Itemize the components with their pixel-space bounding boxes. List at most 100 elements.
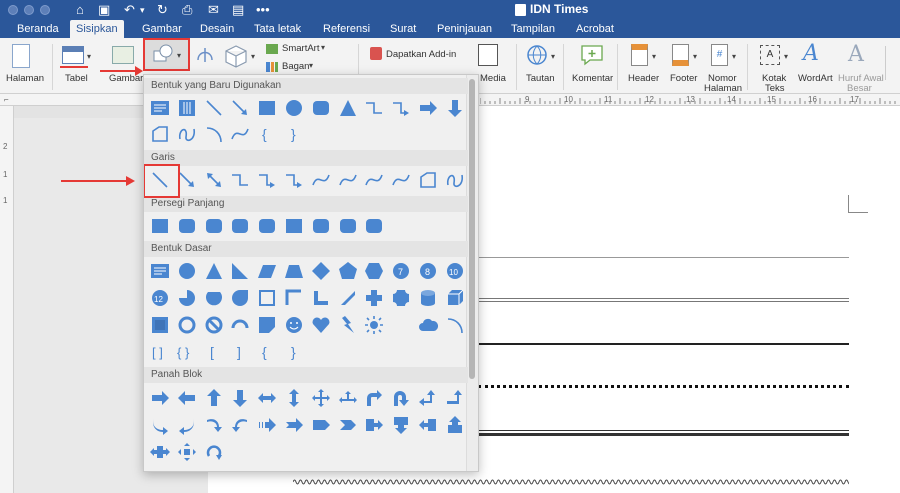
tab-tampilan[interactable]: Tampilan: [505, 20, 561, 38]
double-line[interactable]: [478, 298, 849, 302]
shape-option[interactable]: [149, 123, 171, 145]
chart-icon[interactable]: [266, 62, 278, 72]
shape-option[interactable]: [444, 387, 466, 409]
shape-option[interactable]: [337, 169, 359, 191]
shape-option[interactable]: [390, 287, 412, 309]
dapatkan-addin-button[interactable]: Dapatkan Add-in: [386, 49, 456, 60]
tab-desain[interactable]: Desain: [194, 20, 240, 38]
dropcap-icon[interactable]: A: [848, 42, 864, 67]
picture-icon[interactable]: [112, 46, 134, 64]
shape-option[interactable]: [203, 215, 225, 237]
footer-icon[interactable]: [672, 44, 689, 66]
shape-option[interactable]: [149, 387, 171, 409]
scrollbar-thumb[interactable]: [469, 79, 475, 379]
shape-option[interactable]: [337, 414, 359, 436]
bagan-dropdown-icon[interactable]: ▾: [309, 61, 313, 70]
solid-line[interactable]: [478, 343, 849, 345]
shape-option[interactable]: [417, 314, 439, 336]
shape-option[interactable]: [310, 387, 332, 409]
shape-option[interactable]: [176, 123, 198, 145]
shape-option[interactable]: [444, 287, 466, 309]
home-icon[interactable]: ⌂: [76, 2, 84, 18]
shape-option[interactable]: [229, 169, 251, 191]
shape-option[interactable]: [283, 287, 305, 309]
header-button[interactable]: Header: [628, 73, 659, 84]
wordart-icon[interactable]: A: [803, 41, 819, 66]
shape-option[interactable]: [176, 287, 198, 309]
shape-option[interactable]: [310, 314, 332, 336]
thin-line[interactable]: [478, 257, 849, 258]
tab-surat[interactable]: Surat: [384, 20, 422, 38]
maximize-window-button[interactable]: [40, 5, 50, 15]
tab-stop-icon[interactable]: ⌐: [4, 94, 9, 106]
shapes-button[interactable]: ▾: [143, 38, 190, 71]
shape-option[interactable]: { }: [176, 341, 198, 363]
kotak-dropdown-icon[interactable]: ▾: [784, 52, 788, 61]
shape-option[interactable]: [176, 260, 198, 282]
shape-option[interactable]: }: [283, 341, 305, 363]
page-number-icon[interactable]: #: [711, 44, 728, 66]
halaman-button[interactable]: Halaman: [6, 73, 44, 84]
store-icon[interactable]: [370, 47, 382, 60]
shape-option[interactable]: [256, 260, 278, 282]
shape-option[interactable]: 12: [149, 287, 171, 309]
shape-option[interactable]: [256, 169, 278, 191]
shape-option[interactable]: [337, 260, 359, 282]
shape-option[interactable]: [310, 215, 332, 237]
shape-option[interactable]: [363, 215, 385, 237]
shape-option[interactable]: [444, 97, 466, 119]
wavy-line[interactable]: [293, 478, 849, 486]
email-icon[interactable]: ✉: [208, 2, 219, 18]
shape-option[interactable]: [444, 169, 466, 191]
smartart-button[interactable]: SmartArt: [282, 43, 319, 54]
shape-option[interactable]: [310, 414, 332, 436]
shape-option[interactable]: [176, 414, 198, 436]
comment-icon[interactable]: [580, 44, 604, 66]
media-button[interactable]: Media: [480, 73, 506, 84]
shape-option[interactable]: [149, 441, 171, 463]
shape-option[interactable]: [149, 97, 171, 119]
nomor-label-2[interactable]: Halaman: [704, 83, 742, 94]
wordart-button[interactable]: WordArt: [798, 73, 833, 84]
shape-option[interactable]: [149, 314, 171, 336]
tab-sisipkan[interactable]: Sisipkan: [70, 20, 124, 38]
bagan-button[interactable]: Bagan: [282, 61, 309, 72]
shape-option[interactable]: [229, 314, 251, 336]
shape-option[interactable]: [256, 414, 278, 436]
shape-option[interactable]: [363, 169, 385, 191]
shape-option[interactable]: ]: [229, 341, 251, 363]
shape-option[interactable]: 10: [444, 260, 466, 282]
shape-option[interactable]: [390, 97, 412, 119]
shape-option[interactable]: [ ]: [149, 341, 171, 363]
shape-option[interactable]: [149, 260, 171, 282]
image-icon[interactable]: ▤: [232, 2, 244, 18]
tab-peninjauan[interactable]: Peninjauan: [431, 20, 498, 38]
tab-tata-letak[interactable]: Tata letak: [248, 20, 307, 38]
shape-option[interactable]: [229, 123, 251, 145]
redo-icon[interactable]: ↻: [157, 2, 168, 18]
shape-option[interactable]: [417, 387, 439, 409]
shape-option[interactable]: 8: [417, 260, 439, 282]
smartart-dropdown-icon[interactable]: ▾: [321, 43, 325, 52]
smartart-icon[interactable]: [266, 44, 278, 54]
shape-option[interactable]: [229, 287, 251, 309]
shape-option[interactable]: [337, 314, 359, 336]
shape-option[interactable]: [229, 215, 251, 237]
shape-option[interactable]: }: [283, 123, 305, 145]
shape-option[interactable]: [203, 314, 225, 336]
shape-option[interactable]: [363, 387, 385, 409]
shape-option[interactable]: [256, 97, 278, 119]
footer-dropdown-icon[interactable]: ▾: [693, 52, 697, 61]
minimize-window-button[interactable]: [24, 5, 34, 15]
shape-option[interactable]: [176, 97, 198, 119]
shape-option[interactable]: [: [203, 341, 225, 363]
shape-option[interactable]: [337, 287, 359, 309]
textbox-icon[interactable]: A: [760, 45, 780, 65]
shape-option[interactable]: [390, 314, 412, 336]
table-icon[interactable]: [62, 46, 84, 64]
tab-acrobat[interactable]: Acrobat: [570, 20, 620, 38]
shape-option[interactable]: [203, 387, 225, 409]
vertical-ruler[interactable]: [0, 106, 14, 493]
footer-button[interactable]: Footer: [670, 73, 697, 84]
3d-model-icon[interactable]: [223, 43, 249, 69]
